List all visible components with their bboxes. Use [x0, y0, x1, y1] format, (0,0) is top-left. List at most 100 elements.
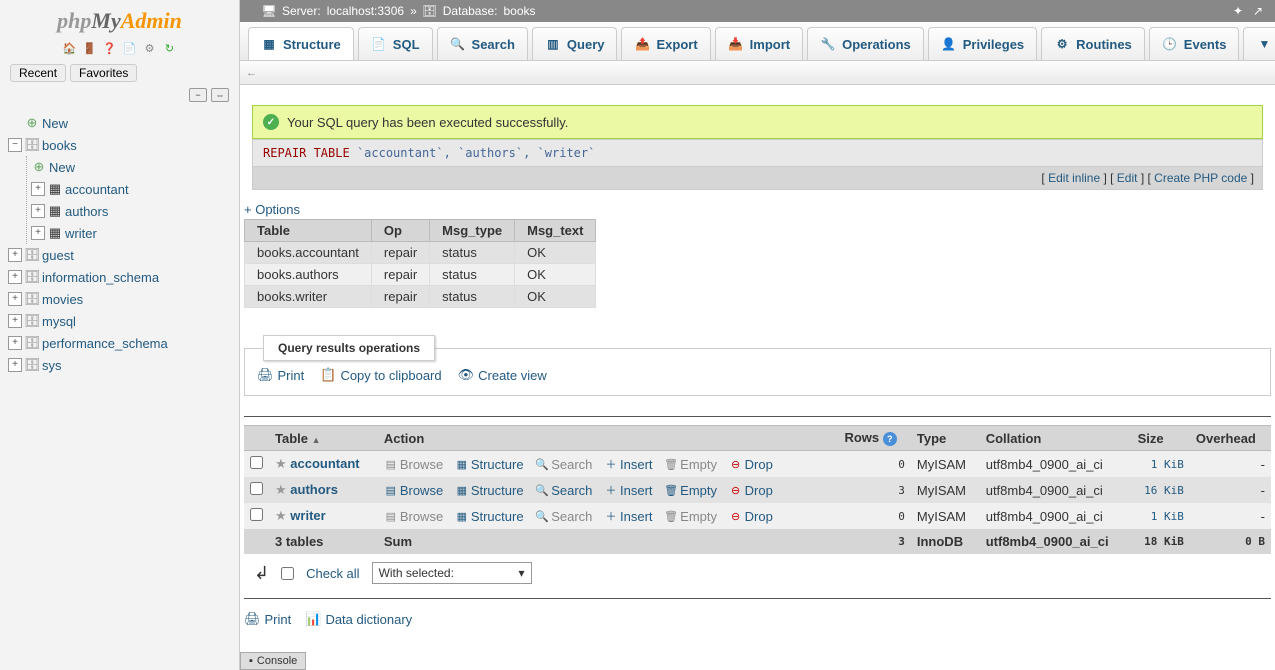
sql-pane-icon[interactable]: 📄 [122, 40, 138, 56]
favorite-star-icon[interactable]: ★ [275, 508, 287, 523]
tree-expander[interactable]: − [8, 138, 22, 152]
with-selected-dropdown[interactable]: With selected: ▾ [372, 562, 532, 584]
tree-table-authors[interactable]: authors [65, 204, 108, 219]
th-op[interactable]: Op [371, 220, 429, 242]
tree-expander[interactable]: + [8, 270, 22, 284]
create-view-link[interactable]: 👁Create view [458, 367, 547, 383]
reload-icon[interactable]: ↻ [162, 40, 178, 56]
collapse-all-icon[interactable]: − [189, 88, 207, 102]
options-toggle[interactable]: + Options [244, 202, 300, 217]
th-table-name[interactable]: Table ▲ [269, 426, 378, 451]
breadcrumb-db-link[interactable]: books [503, 4, 535, 18]
tree-db-mysql[interactable]: mysql [42, 314, 76, 329]
row-checkbox[interactable] [250, 508, 263, 521]
tree-expander[interactable]: + [8, 248, 22, 262]
tab-events[interactable]: 🕒Events [1149, 27, 1240, 60]
tab-sql[interactable]: 📄SQL [358, 27, 433, 60]
structure-action[interactable]: ▦Structure [455, 509, 524, 524]
breadcrumb-server-link[interactable]: localhost:3306 [327, 4, 404, 18]
favorites-button[interactable]: Favorites [70, 64, 137, 82]
tab-import[interactable]: 📥Import [715, 27, 803, 60]
insert-action[interactable]: ＋Insert [604, 483, 653, 498]
tree-expander[interactable]: + [8, 336, 22, 350]
tab-scroll-arrow[interactable]: ← [240, 61, 1275, 85]
tree-db-information-schema[interactable]: information_schema [42, 270, 159, 285]
tree-db-guest[interactable]: guest [42, 248, 74, 263]
sort-asc-icon: ▲ [312, 435, 321, 445]
th-rows[interactable]: Rows ? [838, 426, 910, 451]
edit-link[interactable]: Edit [1117, 171, 1138, 185]
new-database-link[interactable]: New [42, 116, 68, 131]
check-all-link[interactable]: Check all [306, 566, 359, 581]
table-name-link[interactable]: writer [290, 508, 325, 523]
favorite-star-icon[interactable]: ★ [275, 456, 287, 471]
link-icon[interactable]: ⇔ [211, 88, 229, 102]
create-php-link[interactable]: Create PHP code [1154, 171, 1247, 185]
tab-operations[interactable]: 🔧Operations [807, 27, 924, 60]
tree-expander[interactable]: + [8, 358, 22, 372]
size-link[interactable]: 1 KiB [1151, 458, 1184, 471]
th-msgtype[interactable]: Msg_type [430, 220, 515, 242]
row-checkbox[interactable] [250, 482, 263, 495]
drop-action[interactable]: ⊖Drop [729, 509, 773, 524]
settings-icon[interactable]: ⚙ [142, 40, 158, 56]
tree-expander[interactable]: + [31, 204, 45, 218]
tab-query[interactable]: ▥Query [532, 27, 618, 60]
print-icon: 🖨 [244, 611, 261, 627]
recent-button[interactable]: Recent [10, 64, 66, 82]
favorite-star-icon[interactable]: ★ [275, 482, 287, 497]
tree-db-sys[interactable]: sys [42, 358, 62, 373]
empty-action[interactable]: 🗑Empty [664, 483, 717, 498]
tab-more[interactable]: ▼More [1243, 27, 1275, 60]
tree-table-writer[interactable]: writer [65, 226, 97, 241]
th-overhead[interactable]: Overhead [1190, 426, 1271, 451]
th-type[interactable]: Type [911, 426, 980, 451]
table-name-link[interactable]: authors [290, 482, 338, 497]
tree-expander[interactable]: + [8, 314, 22, 328]
tab-search[interactable]: 🔍Search [437, 27, 528, 60]
row-checkbox[interactable] [250, 456, 263, 469]
docs-icon[interactable]: ❓ [102, 40, 118, 56]
search-action[interactable]: 🔍Search [535, 483, 592, 498]
print-link-bottom[interactable]: 🖨Print [244, 611, 291, 627]
tab-export[interactable]: 📤Export [621, 27, 710, 60]
print-link[interactable]: 🖨Print [257, 367, 304, 383]
browse-action[interactable]: ▤Browse [384, 483, 443, 498]
logout-icon[interactable]: 🚪 [82, 40, 98, 56]
home-icon[interactable]: 🏠 [62, 40, 78, 56]
console-toggle[interactable]: ▪ Console [240, 652, 306, 670]
size-link[interactable]: 16 KiB [1144, 484, 1184, 497]
tree-db-performance-schema[interactable]: performance_schema [42, 336, 168, 351]
tab-routines[interactable]: ⚙Routines [1041, 27, 1145, 60]
info-icon[interactable]: ? [883, 432, 897, 446]
tab-privileges[interactable]: 👤Privileges [928, 27, 1037, 60]
structure-action[interactable]: ▦Structure [455, 483, 524, 498]
structure-icon: ▦ [455, 458, 469, 472]
tab-structure[interactable]: ▦Structure [248, 27, 354, 60]
collapse-right-icon[interactable]: ↗ [1251, 4, 1265, 18]
structure-action[interactable]: ▦Structure [455, 457, 524, 472]
copy-clipboard-link[interactable]: 📋Copy to clipboard [320, 367, 441, 383]
server-icon: 🖥 [262, 4, 276, 18]
tree-table-accountant[interactable]: accountant [65, 182, 129, 197]
page-settings-icon[interactable]: ✦ [1231, 4, 1245, 18]
tree-db-books[interactable]: books [42, 138, 77, 153]
data-dictionary-link[interactable]: 📊Data dictionary [305, 611, 412, 627]
th-size[interactable]: Size [1132, 426, 1190, 451]
insert-action[interactable]: ＋Insert [604, 509, 653, 524]
tree-expander[interactable]: + [31, 226, 45, 240]
tree-db-movies[interactable]: movies [42, 292, 83, 307]
insert-action[interactable]: ＋Insert [604, 457, 653, 472]
size-link[interactable]: 1 KiB [1151, 510, 1184, 523]
th-table[interactable]: Table [245, 220, 372, 242]
tree-expander[interactable]: + [31, 182, 45, 196]
th-collation[interactable]: Collation [980, 426, 1132, 451]
tree-expander[interactable]: + [8, 292, 22, 306]
check-all-checkbox[interactable] [281, 567, 294, 580]
edit-inline-link[interactable]: Edit inline [1048, 171, 1100, 185]
new-table-link[interactable]: New [49, 160, 75, 175]
drop-action[interactable]: ⊖Drop [729, 483, 773, 498]
th-msgtext[interactable]: Msg_text [515, 220, 596, 242]
drop-action[interactable]: ⊖Drop [729, 457, 773, 472]
table-name-link[interactable]: accountant [290, 456, 359, 471]
